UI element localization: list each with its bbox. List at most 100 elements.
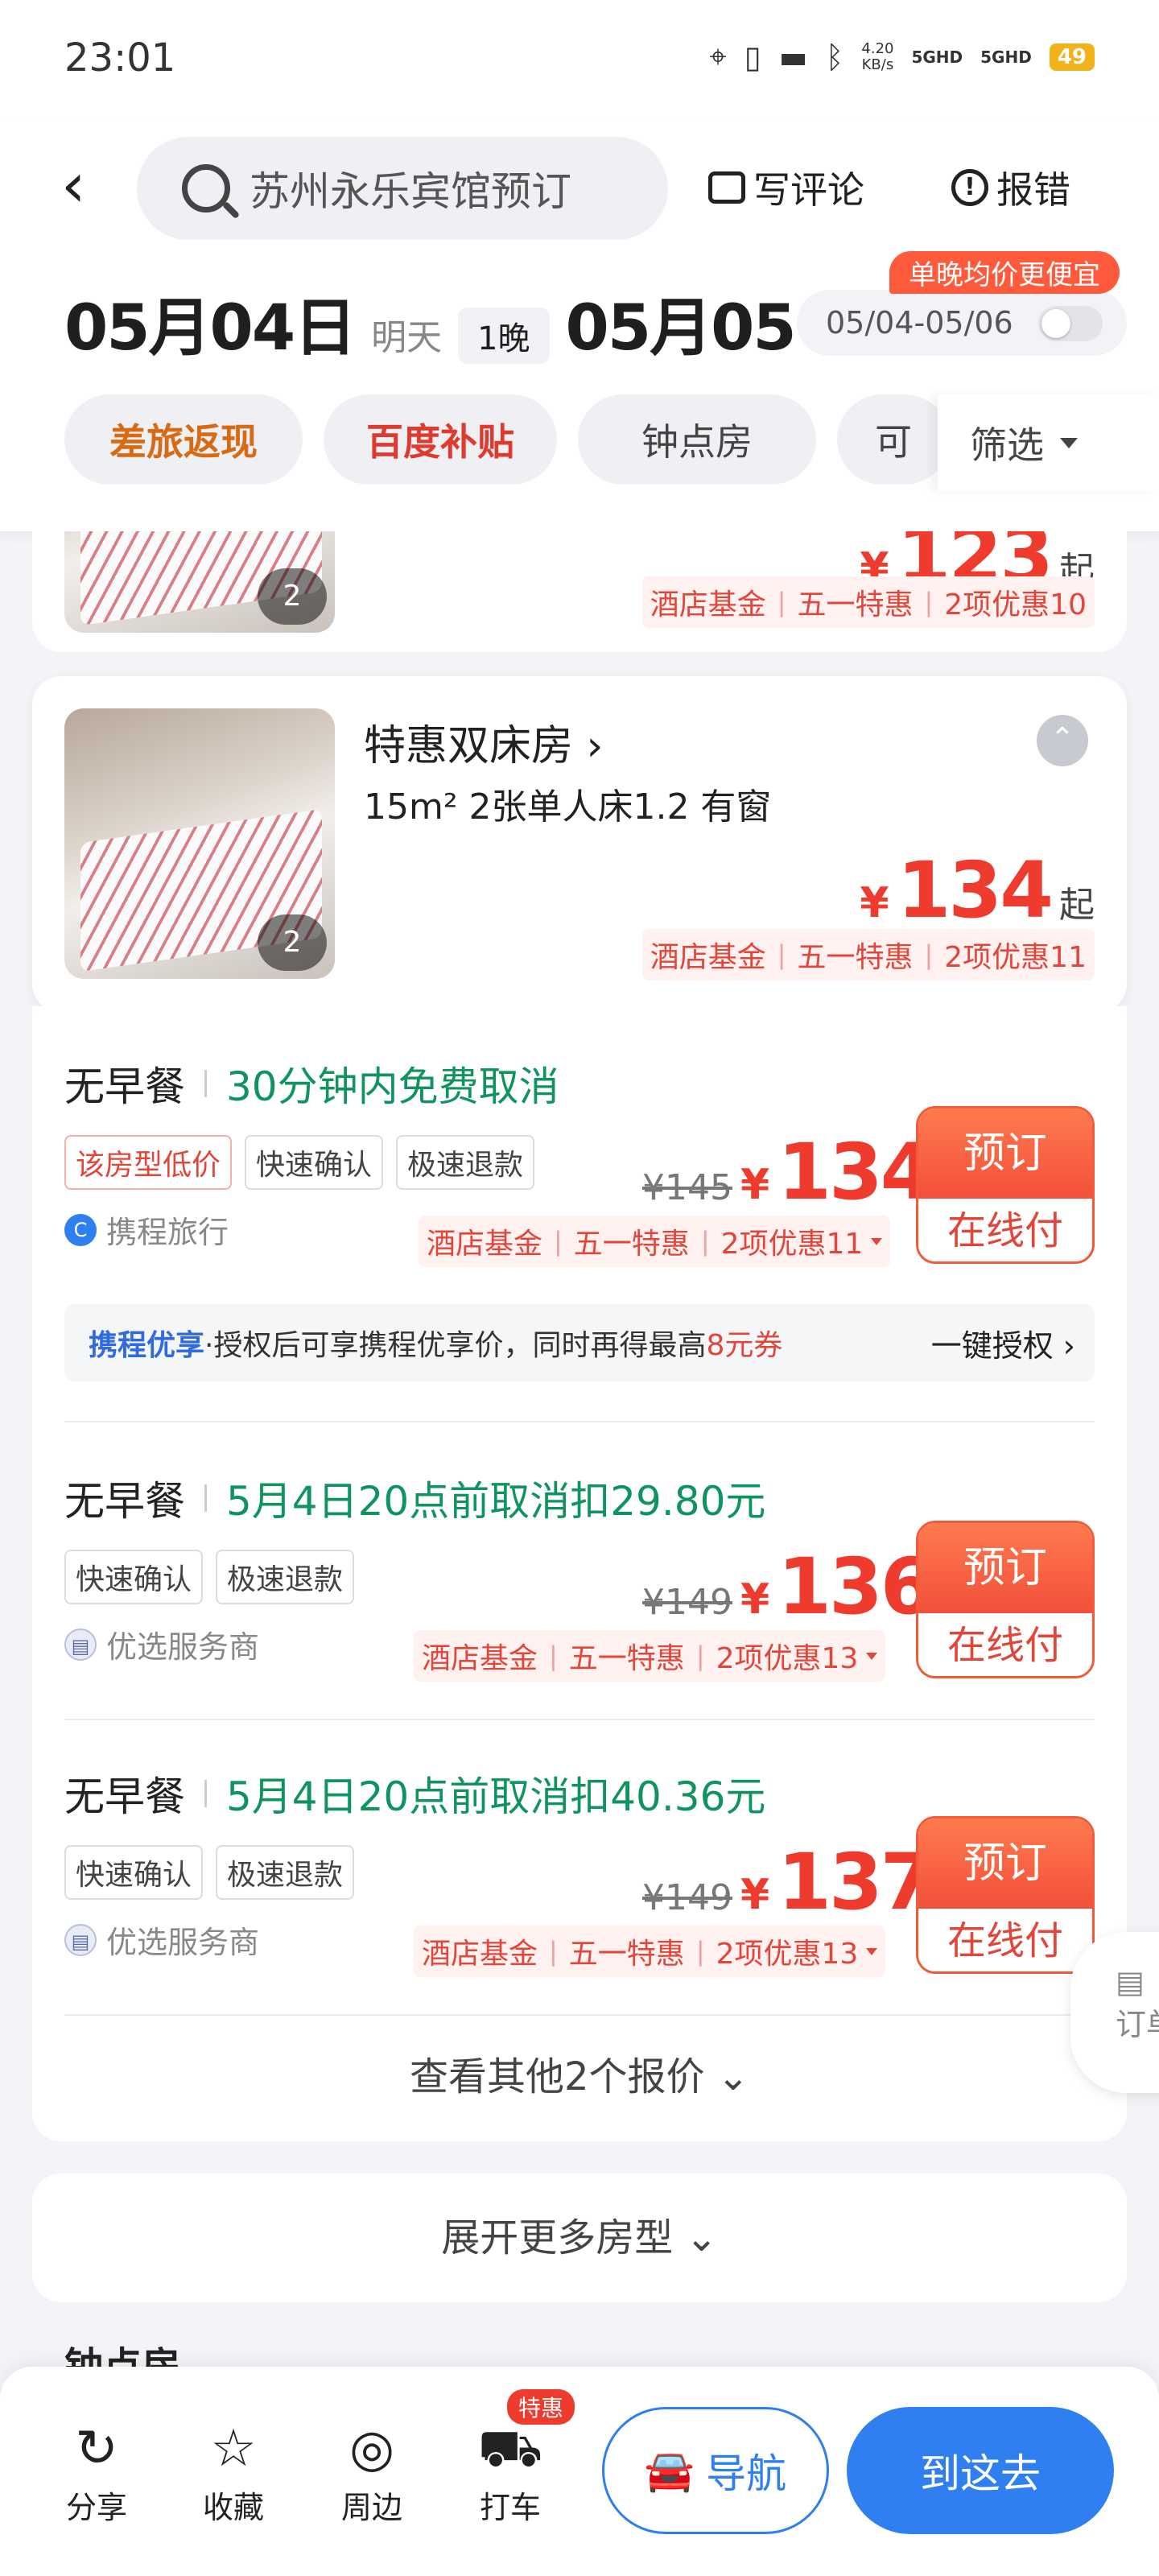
- book-button[interactable]: 预订 在线付: [916, 1816, 1095, 1974]
- supplier-name: 携程旅行: [106, 1215, 229, 1250]
- search-text: 苏州永乐宾馆预订: [250, 168, 571, 215]
- offer-tags: 快速确认 极速退款: [64, 1845, 355, 1900]
- collapse-icon[interactable]: ⌃: [1037, 715, 1088, 766]
- room-photo[interactable]: 2: [64, 531, 335, 633]
- compass-icon: ◎: [349, 2419, 394, 2479]
- preferred-supplier-icon: ▤: [64, 1923, 97, 1956]
- meal-plan: 无早餐: [64, 1478, 185, 1525]
- search-icon: [182, 164, 230, 213]
- book-button[interactable]: 预订 在线付: [916, 1106, 1095, 1264]
- filter-label: 筛选: [970, 423, 1044, 467]
- caret-down-icon: [871, 1237, 883, 1245]
- promo-hotel-fund: 酒店基金: [650, 588, 766, 621]
- price-currency: ¥: [740, 1161, 770, 1209]
- price-suffix: 起: [1059, 885, 1095, 926]
- nearby-button[interactable]: ◎ 周边: [324, 2415, 420, 2527]
- promo-may-day: 五一特惠: [797, 588, 914, 621]
- more-quotes-button[interactable]: 查看其他2个报价 ⌄: [32, 2045, 1127, 2109]
- filter-button[interactable]: 筛选: [938, 394, 1159, 491]
- chip-baidu-subsidy[interactable]: 百度补贴: [324, 394, 557, 485]
- supplier: C 携程旅行: [64, 1208, 229, 1252]
- divider: [64, 2014, 1095, 2016]
- date-selector[interactable]: 05月04日 明天 1晚 05月05日: [64, 278, 805, 368]
- room-price: ¥ 134 起: [860, 845, 1095, 935]
- status-bar: 23:01 ⌖ ▯ ▬ ᛒ 4.20 KB/s 5GHD 5GHD 49: [0, 0, 1159, 121]
- separator: [204, 1484, 207, 1512]
- back-icon[interactable]: ‹: [61, 155, 85, 216]
- nearby-label: 周边: [340, 2490, 402, 2525]
- offer-meal-row: 无早餐 5月4日20点前取消扣29.80元: [64, 1469, 765, 1527]
- room-desc: 15m² 2张单人床1.2 有窗: [364, 786, 772, 828]
- promo-tags[interactable]: 酒店基金 | 五一特惠 | 2项优惠13: [414, 1630, 886, 1682]
- room-photo[interactable]: 2: [64, 708, 335, 979]
- chip-more[interactable]: 可: [837, 394, 950, 485]
- favorite-button[interactable]: ☆ 收藏: [185, 2415, 282, 2527]
- taxi-button[interactable]: ⛟ 打车: [462, 2415, 559, 2527]
- caret-down-icon: [866, 1947, 878, 1955]
- floating-order-button[interactable]: ▤ 订单: [1070, 1932, 1159, 2093]
- promo-tags[interactable]: 酒店基金 | 五一特惠 | 2项优惠10: [641, 576, 1095, 628]
- book-button[interactable]: 预订 在线付: [916, 1521, 1095, 1678]
- caret-down-icon: [1060, 437, 1078, 448]
- book-label: 预订: [918, 1818, 1092, 1909]
- meal-plan: 无早餐: [64, 1773, 185, 1820]
- navigate-label: 导航: [706, 2450, 787, 2497]
- order-label: 订单: [1116, 2007, 1159, 2042]
- comment-icon: [708, 171, 745, 204]
- vibrate-icon: ▯: [744, 39, 761, 75]
- photo-count: 2: [258, 568, 327, 625]
- chip-business-cashback[interactable]: 差旅返现: [64, 394, 303, 485]
- location-icon: ⌖: [709, 39, 727, 74]
- room-card-prev[interactable]: 2 ¥ 123 起 酒店基金 | 五一特惠 | 2项优惠10: [32, 531, 1127, 652]
- cancel-policy: 5月4日20点前取消扣29.80元: [226, 1478, 766, 1525]
- price-value: 134: [897, 845, 1054, 935]
- room-title[interactable]: 特惠双床房 ›: [364, 712, 603, 772]
- write-review-button[interactable]: 写评论: [708, 161, 864, 214]
- promo-tags[interactable]: 酒店基金 | 五一特惠 | 2项优惠13: [414, 1926, 886, 1977]
- car-icon: 🚘: [644, 2446, 695, 2494]
- tag-fast-confirm: 快速确认: [64, 1845, 204, 1900]
- search-bar[interactable]: 苏州永乐宾馆预订: [137, 137, 668, 240]
- book-label: 预订: [918, 1523, 1092, 1613]
- photo-count: 2: [258, 914, 327, 971]
- share-icon: ↻: [75, 2419, 118, 2479]
- tag-fast-refund: 极速退款: [216, 1550, 355, 1604]
- promo-hotel-fund: 酒店基金: [650, 941, 766, 974]
- checkin-relative: 明天: [371, 317, 443, 358]
- signal-2: 5GHD: [980, 47, 1032, 67]
- chip-hourly-room[interactable]: 钟点房: [578, 394, 816, 485]
- promo-tags[interactable]: 酒店基金 | 五一特惠 | 2项优惠11: [641, 929, 1095, 980]
- separator: [204, 1070, 207, 1097]
- expand-room-types-button[interactable]: 展开更多房型 ⌄: [32, 2174, 1127, 2302]
- go-here-button[interactable]: 到这去: [847, 2407, 1114, 2534]
- taxi-promo-badge: 特惠: [507, 2389, 575, 2425]
- report-error-label: 报错: [996, 168, 1070, 212]
- preferred-supplier-icon: ▤: [64, 1628, 97, 1661]
- toggle-switch[interactable]: [1038, 306, 1103, 341]
- promo-may-day: 五一特惠: [797, 941, 914, 974]
- share-button[interactable]: ↻ 分享: [48, 2415, 145, 2527]
- offer-price: ¥ 136: [740, 1542, 934, 1632]
- navigate-button[interactable]: 🚘 导航: [602, 2407, 829, 2534]
- tag-lowest-price: 该房型低价: [64, 1135, 233, 1190]
- divider: [64, 1421, 1095, 1422]
- tag-fast-refund: 极速退款: [216, 1845, 355, 1900]
- promo-tags[interactable]: 酒店基金 | 五一特惠 | 2项优惠11: [419, 1216, 891, 1267]
- rate-offer-1[interactable]: 无早餐 30分钟内免费取消 该房型低价 快速确认 极速退款 C 携程旅行 ¥14…: [32, 1022, 1127, 1296]
- price-currency: ¥: [860, 879, 889, 927]
- ctrip-premium-banner[interactable]: 携程优享 ·授权后可享携程优享价，同时再得最高 8元券 一键授权 ›: [64, 1304, 1095, 1381]
- tag-fast-confirm: 快速确认: [245, 1135, 384, 1190]
- supplier-name: 优选服务商: [106, 1629, 260, 1665]
- ctrip-logo-icon: C: [64, 1213, 97, 1246]
- report-error-button[interactable]: ! 报错: [951, 161, 1070, 214]
- authorize-button[interactable]: 一键授权 ›: [931, 1321, 1075, 1365]
- rate-offer-2[interactable]: 无早餐 5月4日20点前取消扣29.80元 快速确认 极速退款 ▤ 优选服务商 …: [32, 1437, 1127, 1735]
- multi-night-toggle[interactable]: 05/04-05/06: [797, 290, 1127, 356]
- pay-online-label: 在线付: [918, 1909, 1092, 1971]
- room-card[interactable]: 2 特惠双床房 › 15m² 2张单人床1.2 有窗 ⌃ ¥ 134 起 酒店基…: [32, 676, 1127, 1013]
- original-price: ¥145: [642, 1167, 732, 1208]
- ctrip-brand: 携程优享: [89, 1329, 205, 1362]
- tag-fast-refund: 极速退款: [396, 1135, 535, 1190]
- price-currency: ¥: [740, 1871, 770, 1919]
- rate-offer-3[interactable]: 无早餐 5月4日20点前取消扣40.36元 快速确认 极速退款 ▤ 优选服务商 …: [32, 1732, 1127, 2030]
